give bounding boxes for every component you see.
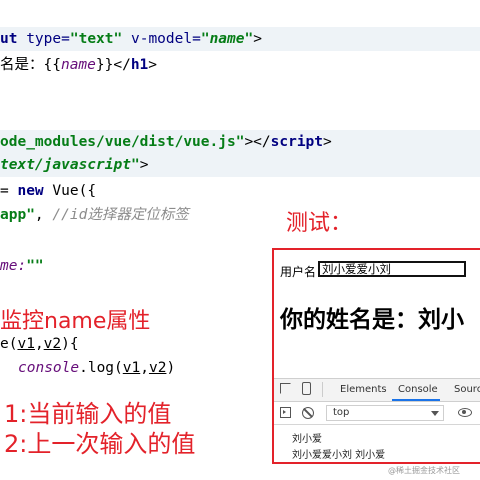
eye-icon[interactable]	[458, 408, 472, 417]
tabs-divider	[322, 382, 323, 397]
device-toggle-icon[interactable]	[302, 382, 311, 395]
tab-elements[interactable]: Elements	[340, 384, 387, 395]
code-line-2: 名是：{{name}}</h1>	[0, 57, 158, 73]
username-input[interactable]: 刘小爱爱小刘	[318, 261, 466, 277]
console-toolbar: top	[274, 402, 480, 425]
clear-console-icon[interactable]	[302, 407, 314, 419]
sidebar-toggle-icon[interactable]	[280, 407, 291, 418]
code-line-3: ode_modules/vue/dist/vue.js"></script>	[0, 130, 480, 154]
tab-sources[interactable]: Sourc	[454, 384, 480, 395]
console-log-1: 刘小爱	[292, 434, 322, 445]
inspect-icon[interactable]	[280, 383, 291, 394]
devtools-panel: Elements Console Sourc top 刘小爱 刘小爱爱小刘 刘小…	[274, 378, 480, 462]
browser-preview: 用户名 刘小爱爱小刘 你的姓名是：刘小 Elements Console Sou…	[272, 248, 480, 464]
code-line-6: app", //id选择器定位标签	[0, 207, 189, 223]
devtools-tabbar: Elements Console Sourc	[274, 379, 480, 402]
tab-console[interactable]: Console	[398, 384, 438, 395]
annotation-watch: 监控name属性	[0, 309, 151, 334]
username-label: 用户名	[280, 265, 317, 279]
code-line-1: ut type="text" v-model="name">	[0, 27, 480, 51]
annotation-test: 测试：	[286, 211, 353, 236]
name-heading: 你的姓名是：刘小	[280, 307, 464, 333]
code-line-4: text/javascript">	[0, 153, 480, 177]
active-tab-indicator	[392, 399, 440, 401]
code-line-5: = new Vue({	[0, 183, 97, 199]
context-selector[interactable]: top	[326, 405, 444, 421]
console-log-2: 刘小爱爱小刘 刘小爱	[292, 450, 386, 461]
annotation-param-2: 2:上一次输入的值	[4, 430, 196, 458]
watermark: @稀土掘金技术社区	[388, 466, 460, 475]
dropdown-arrow-icon	[431, 411, 439, 416]
